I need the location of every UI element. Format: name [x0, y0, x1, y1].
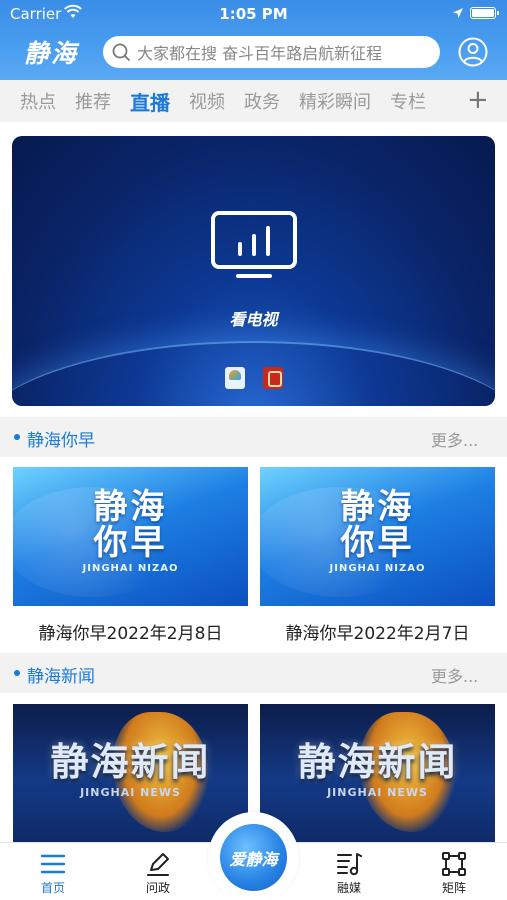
- thumbnail-subtitle: JINGHAI NIZAO: [82, 563, 179, 574]
- video-card[interactable]: 静海 你早 JINGHAI NIZAO 静海你早2022年2月7日: [260, 467, 495, 647]
- nav-home[interactable]: 首页: [13, 843, 93, 900]
- battery-icon: [470, 7, 499, 19]
- live-tv-banner[interactable]: 看电视: [12, 136, 495, 406]
- thumbnail-title: 静海 你早: [93, 487, 168, 563]
- more-link[interactable]: 更多...: [431, 663, 478, 687]
- add-tab-button[interactable]: +: [467, 87, 489, 113]
- video-thumbnail: 静海 你早 JINGHAI NIZAO: [13, 467, 248, 606]
- section-title: 静海新闻: [27, 667, 95, 687]
- thumbnail-title: 静海新闻: [297, 740, 458, 784]
- watch-tv-label: 看电视: [229, 310, 278, 329]
- video-card[interactable]: 静海新闻 JINGHAI NEWS: [260, 704, 495, 842]
- nav-label: 矩阵: [441, 881, 466, 895]
- video-card[interactable]: 静海新闻 JINGHAI NEWS: [13, 704, 248, 842]
- thumbnail-subtitle: JINGHAI NEWS: [80, 786, 181, 799]
- search-placeholder: 大家都在搜 奋斗百年路启航新征程: [137, 44, 383, 63]
- banner-earth-glow: [12, 341, 495, 406]
- channel-logo-icon: [263, 367, 283, 389]
- app-logo: 静海: [24, 39, 79, 68]
- section-header-news: 静海新闻 更多...: [0, 653, 507, 693]
- center-button-badge: 爱静海: [220, 824, 287, 891]
- tab-highlights[interactable]: 精彩瞬间: [299, 88, 371, 114]
- thumbnail-subtitle: JINGHAI NEWS: [327, 786, 428, 799]
- thumbnail-subtitle: JINGHAI NIZAO: [329, 563, 426, 574]
- tab-government[interactable]: 政务: [244, 88, 280, 114]
- category-tab-bar: 热点 推荐 直播 视频 政务 精彩瞬间 专栏 +: [0, 80, 507, 122]
- channel-logo-icon: [225, 367, 245, 389]
- location-arrow-icon: [453, 8, 463, 18]
- matrix-icon: [442, 852, 466, 876]
- tab-recommend[interactable]: 推荐: [75, 88, 111, 114]
- tabs-fade: [440, 80, 466, 122]
- video-caption: 静海你早2022年2月8日: [38, 624, 223, 644]
- tab-live[interactable]: 直播: [130, 87, 170, 116]
- nav-matrix[interactable]: 矩阵: [414, 843, 494, 900]
- video-thumbnail: 静海新闻 JINGHAI NEWS: [260, 704, 495, 842]
- tab-column[interactable]: 专栏: [390, 88, 426, 114]
- tab-hot[interactable]: 热点: [20, 88, 56, 114]
- nav-label: 问政: [145, 881, 170, 895]
- search-icon: [112, 43, 130, 61]
- pen-icon: [147, 853, 169, 876]
- thumbnail-title: 静海新闻: [50, 740, 211, 784]
- nav-inquiry[interactable]: 问政: [118, 843, 198, 900]
- tab-video[interactable]: 视频: [189, 88, 225, 114]
- music-list-icon: [337, 853, 362, 876]
- video-thumbnail: 静海 你早 JINGHAI NIZAO: [260, 467, 495, 606]
- content-area: 看电视 静海你早 更多... 静海 你早 JINGHAI NIZAO 静海你早2…: [0, 122, 507, 842]
- video-thumbnail: 静海新闻 JINGHAI NEWS: [13, 704, 248, 842]
- section-header-morning: 静海你早 更多...: [0, 417, 507, 457]
- status-bar: Carrier 1:05 PM: [0, 0, 507, 28]
- tv-icon: [211, 211, 297, 278]
- thumbnail-title: 静海 你早: [340, 487, 415, 563]
- category-tabs: 热点 推荐 直播 视频 政务 精彩瞬间 专栏: [20, 80, 462, 122]
- user-profile-icon[interactable]: [458, 37, 488, 67]
- nav-label: 首页: [40, 881, 65, 895]
- section-dot-icon: [14, 434, 20, 440]
- center-button-label: 爱静海: [229, 849, 278, 869]
- status-time: 1:05 PM: [219, 5, 288, 23]
- section-title: 静海你早: [27, 431, 95, 451]
- search-bar[interactable]: 大家都在搜 奋斗百年路启航新征程: [103, 36, 440, 68]
- center-love-jinghai-button[interactable]: 爱静海: [208, 812, 299, 900]
- section-dot-icon: [14, 670, 20, 676]
- more-link[interactable]: 更多...: [431, 427, 478, 451]
- video-caption: 静海你早2022年2月7日: [285, 624, 470, 644]
- video-card[interactable]: 静海 你早 JINGHAI NIZAO 静海你早2022年2月8日: [13, 467, 248, 647]
- app-header: Carrier 1:05 PM 静海 大家都在搜 奋斗百年路启航新征程: [0, 0, 507, 80]
- nav-label: 融媒: [336, 881, 361, 895]
- nav-media[interactable]: 融媒: [309, 843, 389, 900]
- home-menu-icon: [40, 854, 66, 874]
